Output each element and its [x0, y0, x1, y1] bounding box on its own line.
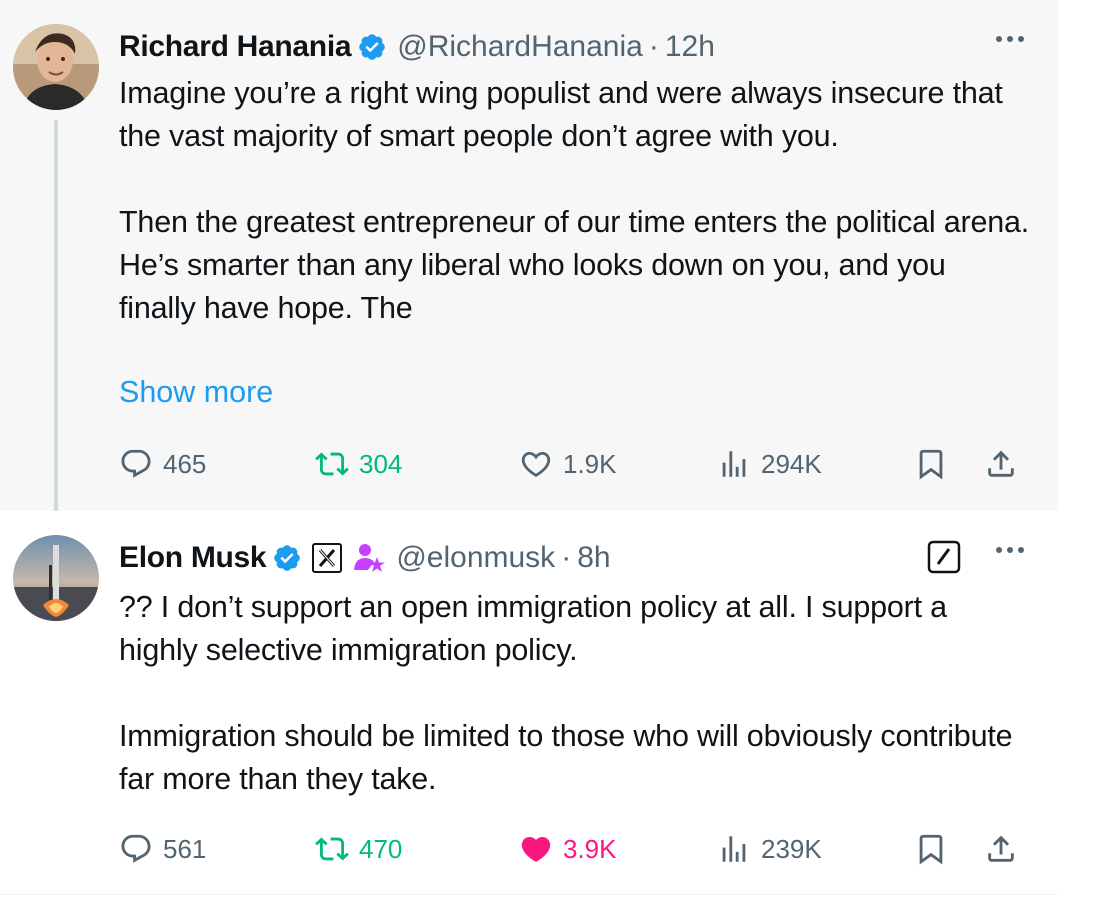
- tweet-paragraph: Then the greatest entrepreneur of our ti…: [119, 205, 1030, 325]
- thread-connector-line: [54, 120, 58, 526]
- like-button[interactable]: 1.9K: [519, 444, 617, 484]
- reply-button[interactable]: 465: [119, 444, 206, 484]
- share-icon: [988, 835, 1014, 862]
- avatar-richard-hanania[interactable]: [13, 24, 99, 110]
- reply-icon: [121, 449, 151, 478]
- tweet-text: ?? I don’t support an open immigration p…: [119, 586, 1029, 801]
- tweet-header: Richard Hanania @RichardHanania · 12h: [119, 27, 715, 67]
- more-dots-icon[interactable]: [996, 36, 1024, 42]
- tweet-paragraph: Imagine you’re a right wing populist and…: [119, 76, 1003, 153]
- tweet-header: Elon Musk @elonmusk · 8h: [119, 538, 611, 578]
- tweet-time[interactable]: 12h: [665, 30, 715, 64]
- tweet-actions: 465 304 1.9K 294K: [119, 444, 1024, 484]
- bookmark-icon: [919, 449, 943, 480]
- page-margin: [1058, 0, 1096, 906]
- reply-button[interactable]: 561: [119, 829, 206, 869]
- tweet-text: Imagine you’re a right wing populist and…: [119, 72, 1029, 330]
- views-button[interactable]: 239K: [717, 829, 822, 869]
- like-button[interactable]: 3.9K: [519, 829, 617, 869]
- repost-count: 304: [359, 448, 403, 479]
- tweet-paragraph: Immigration should be limited to those w…: [119, 719, 1013, 796]
- repost-count: 470: [359, 833, 403, 864]
- share-icon: [988, 450, 1014, 477]
- repost-button[interactable]: 470: [315, 829, 402, 869]
- views-button[interactable]: 294K: [717, 444, 822, 484]
- avatar-elon-musk[interactable]: [13, 535, 99, 621]
- repost-icon: [315, 837, 349, 861]
- bookmark-button[interactable]: [914, 829, 948, 869]
- tweet-actions: 561 470 3.9K 239K: [119, 829, 1024, 869]
- repost-icon: [315, 452, 349, 476]
- tweet-paragraph: ?? I don’t support an open immigration p…: [119, 590, 947, 667]
- tweet-richard-hanania[interactable]: Richard Hanania @RichardHanania · 12h Im…: [0, 0, 1058, 511]
- author-handle[interactable]: @elonmusk: [396, 541, 555, 575]
- affiliate-user-icon[interactable]: [352, 542, 386, 574]
- reply-count: 561: [163, 833, 207, 864]
- share-button[interactable]: [984, 444, 1018, 484]
- separator-dot: ·: [561, 541, 572, 574]
- edit-icon[interactable]: [927, 540, 961, 579]
- views-chart-icon: [722, 836, 746, 862]
- views-chart-icon: [722, 451, 746, 477]
- bookmark-button[interactable]: [914, 444, 948, 484]
- show-more-link[interactable]: Show more: [119, 375, 273, 410]
- more-dots-icon[interactable]: [996, 547, 1024, 553]
- heart-icon: [521, 451, 551, 477]
- views-count: 239K: [761, 833, 822, 864]
- tweet-time[interactable]: 8h: [577, 541, 610, 575]
- repost-button[interactable]: 304: [315, 444, 402, 484]
- reply-count: 465: [163, 448, 207, 479]
- heart-icon: [521, 836, 551, 862]
- verified-badge-icon[interactable]: [357, 32, 387, 62]
- author-handle[interactable]: @RichardHanania: [397, 30, 643, 64]
- reply-icon: [121, 834, 151, 863]
- separator-dot: ·: [648, 30, 659, 63]
- bookmark-icon: [919, 834, 943, 865]
- verified-badge-icon[interactable]: [272, 543, 302, 573]
- x-affiliation-badge-icon[interactable]: [312, 543, 343, 573]
- tweet-elon-musk[interactable]: Elon Musk @elonmusk · 8h ?? I don’t supp…: [0, 511, 1058, 895]
- like-count: 1.9K: [563, 448, 617, 479]
- author-name[interactable]: Elon Musk: [119, 541, 267, 575]
- author-name[interactable]: Richard Hanania: [119, 30, 352, 64]
- like-count: 3.9K: [563, 833, 617, 864]
- views-count: 294K: [761, 448, 822, 479]
- share-button[interactable]: [984, 829, 1018, 869]
